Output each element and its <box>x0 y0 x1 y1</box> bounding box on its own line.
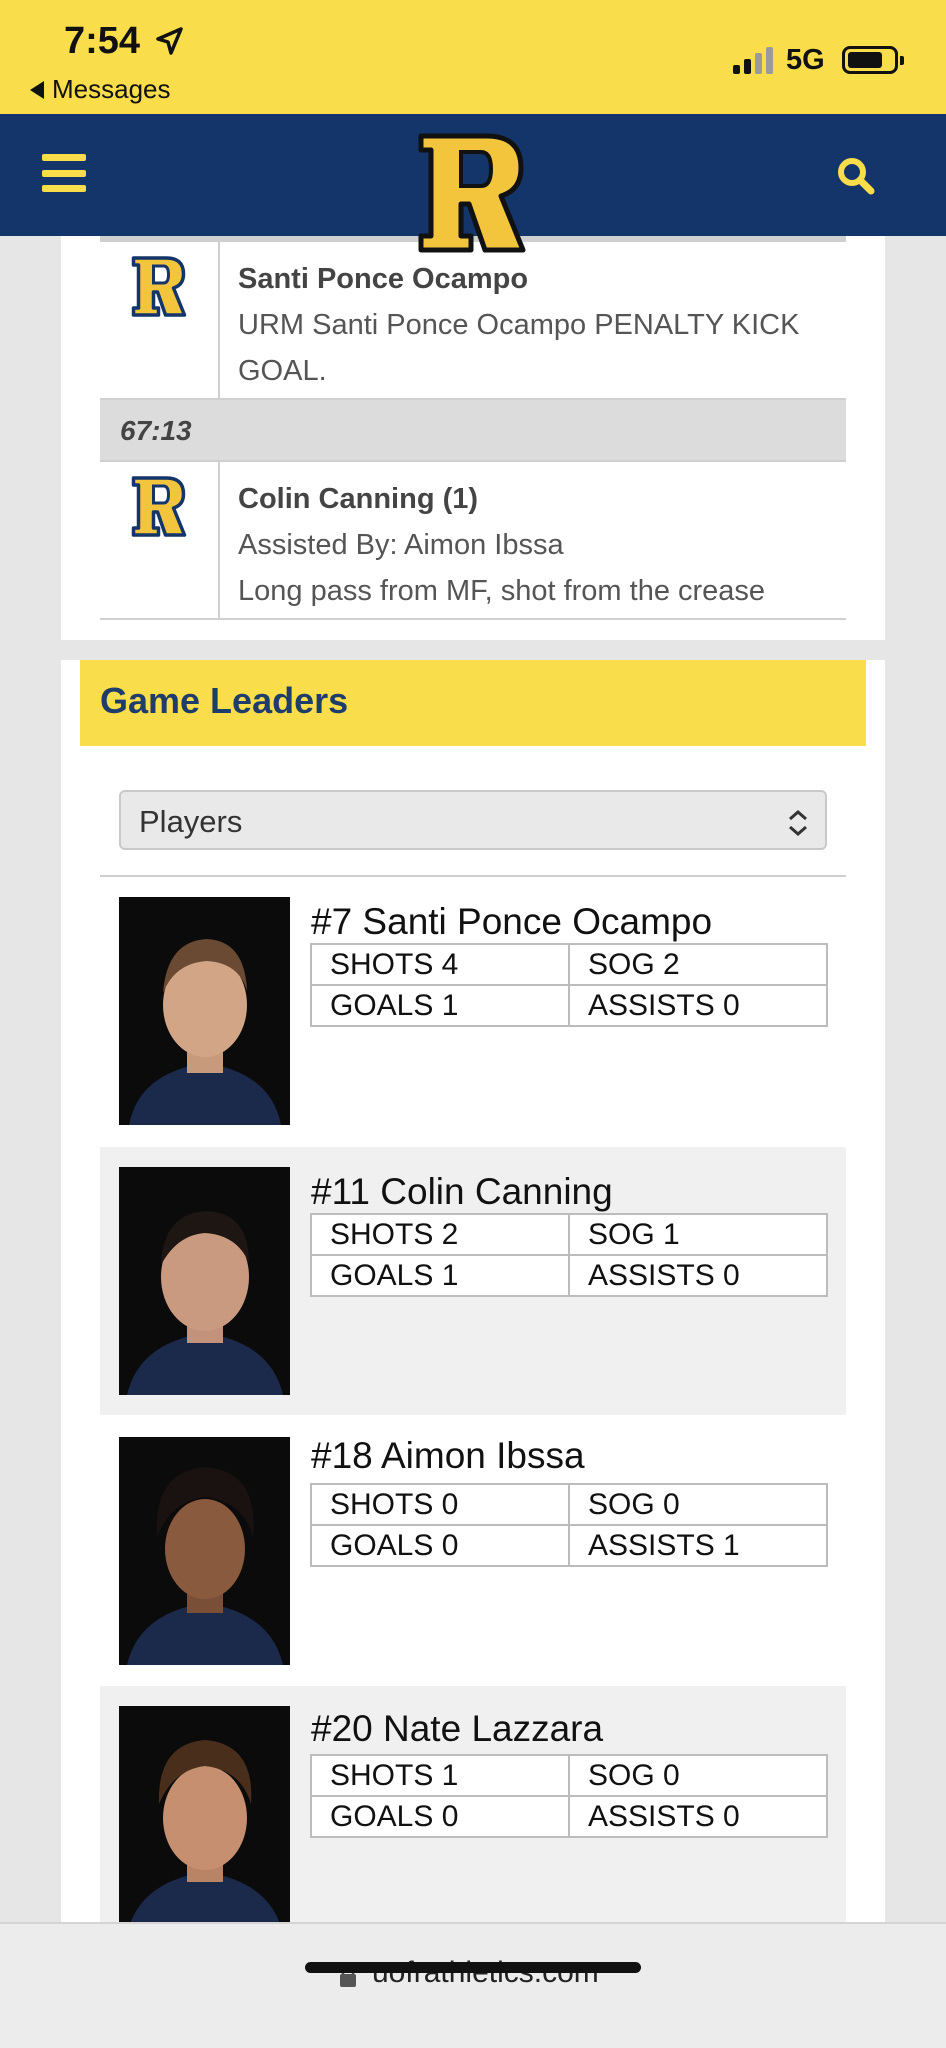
stat-assists: ASSISTS 0 <box>568 1795 828 1838</box>
select-arrows-icon <box>789 810 807 836</box>
divider <box>100 875 846 877</box>
player-name: #20 Nate Lazzara <box>311 1708 604 1749</box>
event-time: 67:13 <box>100 400 846 462</box>
stat-sog: SOG 0 <box>568 1483 828 1526</box>
player-leader-card[interactable]: #7 Santi Ponce Ocampo SHOTS 4 SOG 2 GOALS… <box>100 887 846 1155</box>
event-description: Assisted By: Aimon Ibssa <box>238 529 564 561</box>
location-arrow-icon <box>156 27 183 55</box>
back-to-messages[interactable]: Messages <box>30 74 171 105</box>
stat-assists: ASSISTS 0 <box>568 984 828 1027</box>
event-player: Colin Canning (1) <box>238 483 479 515</box>
stat-goals: GOALS 0 <box>310 1524 570 1567</box>
event-description: GOAL. <box>238 355 327 387</box>
event-row: Santi Ponce Ocampo URM Santi Ponce Ocamp… <box>100 242 846 400</box>
stat-assists: ASSISTS 1 <box>568 1524 828 1567</box>
back-label: Messages <box>52 74 171 104</box>
team-logo-icon[interactable] <box>417 132 527 256</box>
event-team-logo <box>100 242 220 398</box>
status-time: 7:54 <box>64 20 141 62</box>
event-row: Colin Canning (1) Assisted By: Aimon Ibs… <box>100 462 846 620</box>
player-stats-table: SHOTS 4 SOG 2 GOALS 1 ASSISTS 0 <box>310 943 828 1027</box>
game-leaders-header: Game Leaders <box>80 660 866 746</box>
event-description: URM Santi Ponce Ocampo PENALTY KICK <box>238 309 800 341</box>
player-stats-table: SHOTS 1 SOG 0 GOALS 0 ASSISTS 0 <box>310 1754 828 1838</box>
stat-shots: SHOTS 1 <box>310 1754 570 1797</box>
stat-sog: SOG 1 <box>568 1213 828 1256</box>
player-stats-table: SHOTS 2 SOG 1 GOALS 1 ASSISTS 0 <box>310 1213 828 1297</box>
hamburger-menu-icon[interactable] <box>42 154 86 192</box>
team-logo-icon <box>131 256 187 317</box>
event-team-logo <box>100 462 220 618</box>
network-type: 5G <box>786 44 825 76</box>
player-leader-card[interactable]: #18 Aimon Ibssa SHOTS 0 SOG 0 GOALS 0 ASSI… <box>100 1415 846 1683</box>
back-triangle-icon <box>30 80 44 99</box>
stat-shots: SHOTS 2 <box>310 1213 570 1256</box>
browser-url-bar[interactable]: uofrathletics.com <box>0 1922 946 2048</box>
stat-goals: GOALS 1 <box>310 1254 570 1297</box>
player-name: #7 Santi Ponce Ocampo <box>311 901 713 942</box>
event-player: Santi Ponce Ocampo <box>238 263 529 295</box>
player-leader-card[interactable]: #11 Colin Canning SHOTS 2 SOG 1 GOALS 1 AS… <box>100 1147 846 1415</box>
stat-shots: SHOTS 0 <box>310 1483 570 1526</box>
section-divider <box>61 640 885 660</box>
stat-sog: SOG 2 <box>568 943 828 986</box>
section-title: Game Leaders <box>100 680 349 721</box>
stat-goals: GOALS 1 <box>310 984 570 1027</box>
player-stats-table: SHOTS 0 SOG 0 GOALS 0 ASSISTS 1 <box>310 1483 828 1567</box>
leaders-type-select[interactable]: Players <box>119 790 827 850</box>
player-photo <box>119 1706 290 1922</box>
stat-shots: SHOTS 4 <box>310 943 570 986</box>
battery-icon <box>842 46 904 74</box>
player-leader-card[interactable]: #20 Nate Lazzara SHOTS 1 SOG 0 GOALS 0 ASS… <box>100 1686 846 1922</box>
event-description: Long pass from MF, shot from the crease <box>238 575 766 607</box>
team-logo-icon <box>131 476 187 537</box>
player-photo <box>119 897 290 1125</box>
player-photo <box>119 1437 290 1665</box>
stat-assists: ASSISTS 0 <box>568 1254 828 1297</box>
signal-icon <box>733 46 773 74</box>
status-bar: 7:54 Messages 5G <box>0 0 946 114</box>
player-photo <box>119 1167 290 1395</box>
player-name: #18 Aimon Ibssa <box>311 1435 585 1476</box>
stat-sog: SOG 0 <box>568 1754 828 1797</box>
stat-goals: GOALS 0 <box>310 1795 570 1838</box>
home-indicator[interactable] <box>305 1962 641 1973</box>
search-icon[interactable] <box>836 156 876 196</box>
select-value: Players <box>139 804 243 839</box>
player-name: #11 Colin Canning <box>311 1171 613 1212</box>
